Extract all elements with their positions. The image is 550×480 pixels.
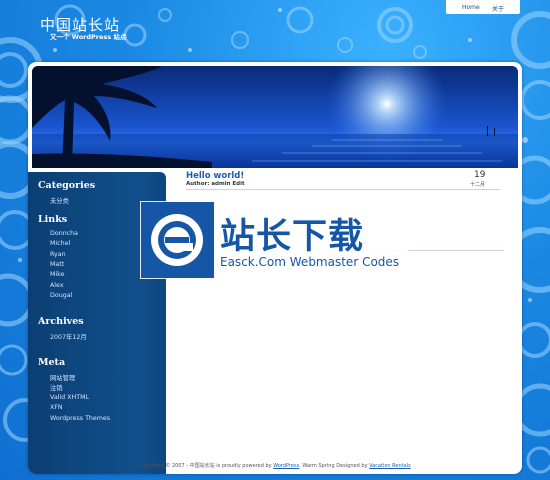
post-date-month: 十二月	[470, 182, 486, 188]
meta-heading: Meta	[38, 357, 66, 368]
meta-item[interactable]: Wordpress Themes	[50, 415, 110, 422]
beach-night-image	[32, 66, 518, 168]
watermark-chinese-text: 站长下载	[220, 217, 365, 257]
watermark-logo-icon	[141, 202, 214, 278]
watermark-overlay: 站长下载 Easck.Com Webmaster Codes	[140, 201, 408, 279]
link-item[interactable]: Ryan	[50, 251, 66, 258]
link-item[interactable]: Donncha	[50, 230, 78, 237]
archives-heading: Archives	[38, 316, 84, 327]
meta-item[interactable]: 网站管理	[50, 373, 75, 382]
top-navigation: Home 关于	[446, 0, 520, 14]
link-item[interactable]: Michel	[50, 240, 70, 247]
post-divider	[186, 189, 500, 190]
meta-item[interactable]: Valid XHTML	[50, 394, 89, 401]
categories-heading: Categories	[38, 180, 96, 191]
link-item[interactable]: Alex	[50, 282, 64, 289]
category-item[interactable]: 未分类	[50, 196, 69, 205]
nav-home-link[interactable]: Home	[462, 4, 480, 11]
footer-copyright: Copyright © 2007 - 中国站长站	[139, 463, 215, 469]
footer-designer-link[interactable]: Vacation Rentals	[369, 463, 411, 469]
footer-theme-text: . Warm Spring Designed by	[299, 463, 368, 469]
meta-item[interactable]: 注销	[50, 383, 63, 392]
meta-item[interactable]: XFN	[50, 404, 63, 411]
footer: Copyright © 2007 - 中国站长站 is proudly powe…	[28, 462, 522, 469]
post-title[interactable]: Hello world!	[186, 171, 244, 181]
post-meta: Author: admin Edit	[186, 181, 245, 187]
links-heading: Links	[38, 214, 68, 225]
nav-about-link[interactable]: 关于	[492, 4, 504, 13]
post-date-day: 19	[474, 170, 486, 180]
site-description: 又一个 WordPress 站点	[50, 33, 127, 41]
footer-powered-text: is proudly powered by	[216, 463, 272, 469]
link-item[interactable]: Mike	[50, 271, 64, 278]
archive-item[interactable]: 2007年12月	[50, 332, 87, 341]
watermark-english-text: Easck.Com Webmaster Codes	[220, 255, 400, 269]
footer-wordpress-link[interactable]: WordPress	[273, 463, 299, 469]
link-item[interactable]: Matt	[50, 261, 64, 268]
header-banner	[32, 66, 518, 168]
link-item[interactable]: Dougal	[50, 292, 72, 299]
